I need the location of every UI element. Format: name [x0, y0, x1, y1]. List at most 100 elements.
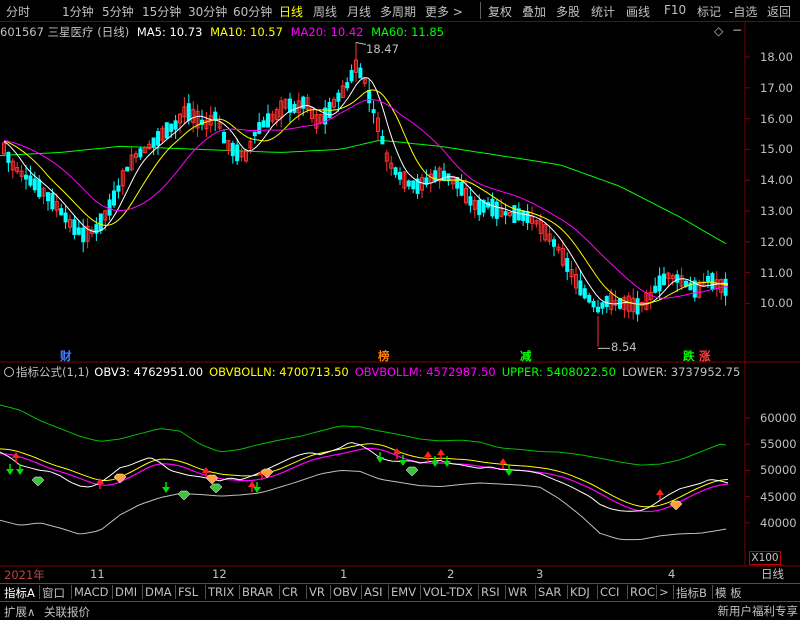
price-tick-label: 14.00 — [760, 173, 793, 188]
indicator-a-tab[interactable]: 指标A — [4, 585, 35, 601]
buy-signal-icon — [248, 481, 256, 487]
candle-body — [706, 275, 710, 282]
candle-body — [151, 137, 156, 148]
event-finance-marker[interactable]: 财 — [60, 348, 72, 364]
buy-signal-icon — [393, 448, 401, 454]
cr-tab[interactable]: CR — [282, 585, 298, 599]
wr-tab[interactable]: WR — [508, 585, 527, 599]
obvbolln-line — [0, 443, 729, 508]
expand-button[interactable]: 扩展∧ — [4, 604, 35, 620]
obv-tab[interactable]: OBV — [333, 585, 357, 599]
candle-body — [112, 190, 116, 206]
lower-band-line — [0, 469, 727, 541]
candle-body — [358, 67, 363, 79]
tab-divider — [535, 585, 536, 599]
buy-signal-icon — [499, 458, 507, 464]
event-rise-marker[interactable]: 涨 — [699, 348, 711, 364]
emv-tab[interactable]: EMV — [391, 585, 416, 599]
candle-body — [587, 294, 592, 303]
tab-divider — [306, 585, 307, 599]
candle-body — [59, 208, 64, 216]
diamond-signal-icon — [177, 490, 191, 501]
candle-body — [345, 82, 350, 89]
diamond-signal-icon — [113, 473, 127, 484]
candle-body — [138, 148, 143, 158]
window-tab[interactable]: 窗口 — [42, 585, 65, 601]
candle-body — [230, 142, 235, 157]
candle-body — [50, 192, 55, 210]
dmi-tab[interactable]: DMI — [115, 585, 137, 599]
candle-body — [367, 89, 372, 104]
candle-body — [46, 192, 50, 202]
roc-tab[interactable]: ROC — [630, 585, 655, 599]
kline-chart[interactable] — [0, 0, 800, 620]
tab-divider — [330, 585, 331, 599]
related-quote-button[interactable]: 关联报价 — [44, 604, 90, 620]
sar-tab[interactable]: SAR — [538, 585, 561, 599]
new-user-promo-link[interactable]: 新用户福利专享 — [718, 603, 799, 619]
candle-body — [371, 109, 376, 114]
period-label[interactable]: 日线 — [745, 566, 800, 582]
month-label: 12 — [212, 567, 227, 581]
candle-body — [604, 295, 609, 308]
brar-tab[interactable]: BRAR — [242, 585, 273, 599]
month-label: 11 — [90, 567, 105, 581]
candle-body — [657, 275, 662, 292]
macd-tab[interactable]: MACD — [74, 585, 108, 599]
candle-body — [398, 172, 402, 180]
candle-body — [662, 273, 666, 286]
candle-body — [596, 306, 600, 313]
candle-body — [252, 131, 257, 137]
candle-body — [600, 302, 605, 309]
rsi-tab[interactable]: RSI — [481, 585, 500, 599]
candle-body — [411, 180, 416, 190]
candle-body — [222, 131, 226, 144]
buy-signal-icon — [656, 489, 664, 495]
diamond-signal-icon — [205, 474, 219, 485]
price-tick-label: 10.00 — [760, 296, 793, 311]
tab-divider — [71, 585, 72, 599]
kdj-tab[interactable]: KDJ — [570, 585, 590, 599]
vol-tdx-tab[interactable]: VOL-TDX — [423, 585, 473, 599]
candle-body — [635, 298, 640, 315]
buy-signal-icon — [437, 449, 445, 455]
candle-body — [406, 180, 411, 187]
indicator-tick-label: 50000 — [760, 463, 797, 478]
candle-body — [76, 227, 81, 235]
sell-signal-icon — [16, 469, 24, 475]
fsl-tab[interactable]: FSL — [178, 585, 198, 599]
event-fall-marker[interactable]: 跌 — [683, 348, 695, 364]
candle-body — [710, 273, 715, 290]
indicator-tick-label: 40000 — [760, 515, 797, 530]
indicator-tabs: 指标A 窗口 MACD DMI DMA FSL TRIX BRAR CR VR OBV ASI EMV V… — [0, 583, 800, 600]
candle-body — [468, 196, 473, 206]
price-tick-label: 15.00 — [760, 142, 793, 157]
trix-tab[interactable]: TRIX — [208, 585, 234, 599]
scale-indicator: X100 — [749, 551, 781, 565]
price-tick-label: 12.00 — [760, 234, 793, 249]
tab-divider — [175, 585, 176, 599]
obv3-line — [0, 442, 729, 512]
cci-tab[interactable]: CCI — [600, 585, 619, 599]
candle-body — [257, 122, 262, 134]
asi-tab[interactable]: ASI — [364, 585, 383, 599]
tab-divider — [673, 585, 674, 599]
event-ranking-marker[interactable]: 榜 — [378, 348, 390, 364]
year-label: 2021年 — [4, 568, 45, 582]
event-reduce-marker[interactable]: 减 — [520, 348, 532, 364]
sell-signal-icon — [253, 487, 261, 493]
upper-band-line — [0, 404, 727, 466]
candle-body — [266, 113, 270, 128]
candle-body — [675, 274, 680, 283]
candle-body — [173, 120, 178, 130]
candle-body — [653, 285, 658, 293]
more-tabs-button[interactable]: > — [659, 585, 669, 599]
tab-divider — [420, 585, 421, 599]
indicator-b-tab[interactable]: 指标B — [676, 585, 707, 601]
dma-tab[interactable]: DMA — [145, 585, 172, 599]
candle-body — [28, 175, 33, 186]
candle-body — [565, 258, 570, 272]
indicator-tick-label: 45000 — [760, 489, 797, 504]
vr-tab[interactable]: VR — [309, 585, 325, 599]
template-tab[interactable]: 模 板 — [715, 585, 742, 601]
